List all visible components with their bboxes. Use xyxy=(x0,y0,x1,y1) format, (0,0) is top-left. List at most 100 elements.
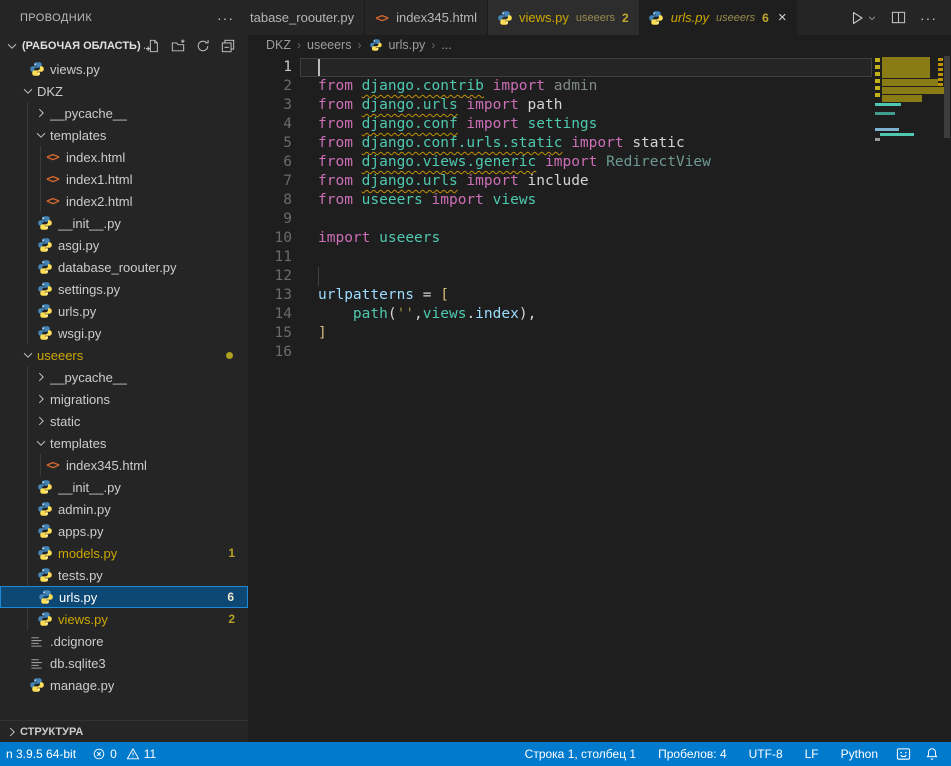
code-content: from django.contrib import adminfrom dja… xyxy=(318,58,711,362)
minimap-block xyxy=(875,103,901,106)
python-file-icon xyxy=(28,677,45,693)
tree-file-apps.py[interactable]: apps.py xyxy=(0,520,248,542)
breadcrumb-label: useeers xyxy=(307,38,351,52)
status-bar-left: n 3.9.5 64-bit 0 11 xyxy=(0,747,521,761)
breadcrumb-label: urls.py xyxy=(388,38,425,52)
problems-count-badge: 2 xyxy=(228,612,235,626)
line-number: 3 xyxy=(248,96,292,115)
tree-file-tests.py[interactable]: tests.py xyxy=(0,564,248,586)
tab-label: urls.py xyxy=(671,10,709,25)
new-folder-icon[interactable] xyxy=(170,38,186,54)
bell-icon[interactable] xyxy=(925,747,939,761)
code-line: from django.views.generic import Redirec… xyxy=(318,153,711,172)
python-file-icon xyxy=(36,325,53,341)
tree-file-settings.py[interactable]: settings.py xyxy=(0,278,248,300)
python-file-icon xyxy=(496,10,513,26)
tabs: tabase_roouter.py<>index345.htmlviews.py… xyxy=(248,0,797,35)
tree-file-urls.py[interactable]: urls.py xyxy=(0,300,248,322)
tree-file-index.html[interactable]: <>index.html xyxy=(0,146,248,168)
warning-icon xyxy=(126,747,140,761)
minimap-block xyxy=(880,133,914,136)
html-file-icon: <> xyxy=(44,457,61,473)
tree-folder-templates[interactable]: templates xyxy=(0,432,248,454)
indentation-setting[interactable]: Пробелов: 4 xyxy=(654,747,731,761)
close-icon[interactable]: × xyxy=(778,10,787,25)
tree-file-__init__.py[interactable]: __init__.py xyxy=(0,476,248,498)
minimap-block xyxy=(875,79,880,83)
tree-file-db.sqlite3[interactable]: db.sqlite3 xyxy=(0,652,248,674)
tree-file-database_roouter.py[interactable]: database_roouter.py xyxy=(0,256,248,278)
code-editor[interactable]: 12345678910111213141516 from django.cont… xyxy=(248,55,951,742)
tree-file-views.py[interactable]: views.py2 xyxy=(0,608,248,630)
refresh-icon[interactable] xyxy=(195,38,211,54)
breadcrumb-item-useeers[interactable]: useeers xyxy=(307,38,351,52)
explorer-header: ПРОВОДНИК ··· xyxy=(0,0,248,35)
tree-folder-templates[interactable]: templates xyxy=(0,124,248,146)
language-mode[interactable]: Python xyxy=(837,747,882,761)
html-file-icon: <> xyxy=(44,171,61,187)
code-line: from django.conf.urls.static import stat… xyxy=(318,134,711,153)
encoding-setting[interactable]: UTF-8 xyxy=(745,747,787,761)
tree-file-urls.py[interactable]: urls.py6 xyxy=(0,586,248,608)
tab-urls.py[interactable]: urls.pyuseeers6× xyxy=(640,0,797,35)
minimap[interactable] xyxy=(872,55,951,742)
chevron-down-icon xyxy=(20,83,36,99)
python-file-icon xyxy=(36,479,53,495)
run-button[interactable] xyxy=(849,10,877,26)
breadcrumb-item-urls.py[interactable]: urls.py xyxy=(367,37,425,53)
cursor-position[interactable]: Строка 1, столбец 1 xyxy=(521,747,640,761)
breadcrumb-item-...[interactable]: ... xyxy=(441,38,451,52)
tree-folder-__pycache__[interactable]: __pycache__ xyxy=(0,366,248,388)
tree-item-label: db.sqlite3 xyxy=(50,656,106,671)
tree-file-manage.py[interactable]: manage.py xyxy=(0,674,248,696)
more-actions-icon[interactable]: ··· xyxy=(920,10,937,26)
minimap-block xyxy=(938,58,943,61)
breadcrumb-item-DKZ[interactable]: DKZ xyxy=(266,38,291,52)
code-line xyxy=(318,210,711,229)
workspace-section-label: (РАБОЧАЯ ОБЛАСТЬ) ... xyxy=(22,40,145,52)
tab-tabase_roouter.py[interactable]: tabase_roouter.py xyxy=(248,0,365,35)
tree-file-.dcignore[interactable]: .dcignore xyxy=(0,630,248,652)
workspace-section-header[interactable]: (РАБОЧАЯ ОБЛАСТЬ) ... xyxy=(0,35,248,57)
python-version[interactable]: n 3.9.5 64-bit xyxy=(2,747,80,761)
code-line: path('',views.index), xyxy=(318,305,711,324)
chevron-right-icon xyxy=(33,391,49,407)
tree-folder-__pycache__[interactable]: __pycache__ xyxy=(0,102,248,124)
tree-folder-static[interactable]: static xyxy=(0,410,248,432)
tab-label: index345.html xyxy=(396,10,477,25)
python-file-icon xyxy=(648,10,665,26)
collapse-all-icon[interactable] xyxy=(220,38,236,54)
tree-folder-useeers[interactable]: useeers xyxy=(0,344,248,366)
file-icon xyxy=(28,655,45,671)
eol-setting[interactable]: LF xyxy=(801,747,823,761)
tree-file-index2.html[interactable]: <>index2.html xyxy=(0,190,248,212)
tree-item-label: urls.py xyxy=(59,590,97,605)
tree-file-asgi.py[interactable]: asgi.py xyxy=(0,234,248,256)
tree-file-__init__.py[interactable]: __init__.py xyxy=(0,212,248,234)
explorer-more-icon[interactable]: ··· xyxy=(217,10,234,26)
tree-file-index1.html[interactable]: <>index1.html xyxy=(0,168,248,190)
line-number: 8 xyxy=(248,191,292,210)
python-file-icon xyxy=(36,611,53,627)
line-number: 14 xyxy=(248,305,292,324)
tree-file-admin.py[interactable]: admin.py xyxy=(0,498,248,520)
chevron-right-icon xyxy=(33,105,49,121)
outline-section-header[interactable]: СТРУКТУРА xyxy=(0,720,248,742)
status-bar: n 3.9.5 64-bit 0 11 Строка 1, столбец 1 … xyxy=(0,742,951,766)
tree-file-models.py[interactable]: models.py1 xyxy=(0,542,248,564)
tree-file-views.py[interactable]: views.py xyxy=(0,58,248,80)
breadcrumb-separator-icon: › xyxy=(431,38,435,52)
problems-indicator[interactable]: 0 11 xyxy=(88,747,160,761)
chevron-down-icon xyxy=(20,347,36,363)
tab-views.py[interactable]: views.pyuseeers2 xyxy=(488,0,640,35)
feedback-icon[interactable] xyxy=(896,747,911,762)
tab-index345.html[interactable]: <>index345.html xyxy=(365,0,488,35)
tree-folder-DKZ[interactable]: DKZ xyxy=(0,80,248,102)
new-file-icon[interactable] xyxy=(145,38,161,54)
split-editor-icon[interactable] xyxy=(891,10,906,25)
run-dropdown-icon[interactable] xyxy=(867,13,877,23)
chevron-right-icon xyxy=(33,413,49,429)
tree-file-index345.html[interactable]: <>index345.html xyxy=(0,454,248,476)
tree-folder-migrations[interactable]: migrations xyxy=(0,388,248,410)
tree-file-wsgi.py[interactable]: wsgi.py xyxy=(0,322,248,344)
